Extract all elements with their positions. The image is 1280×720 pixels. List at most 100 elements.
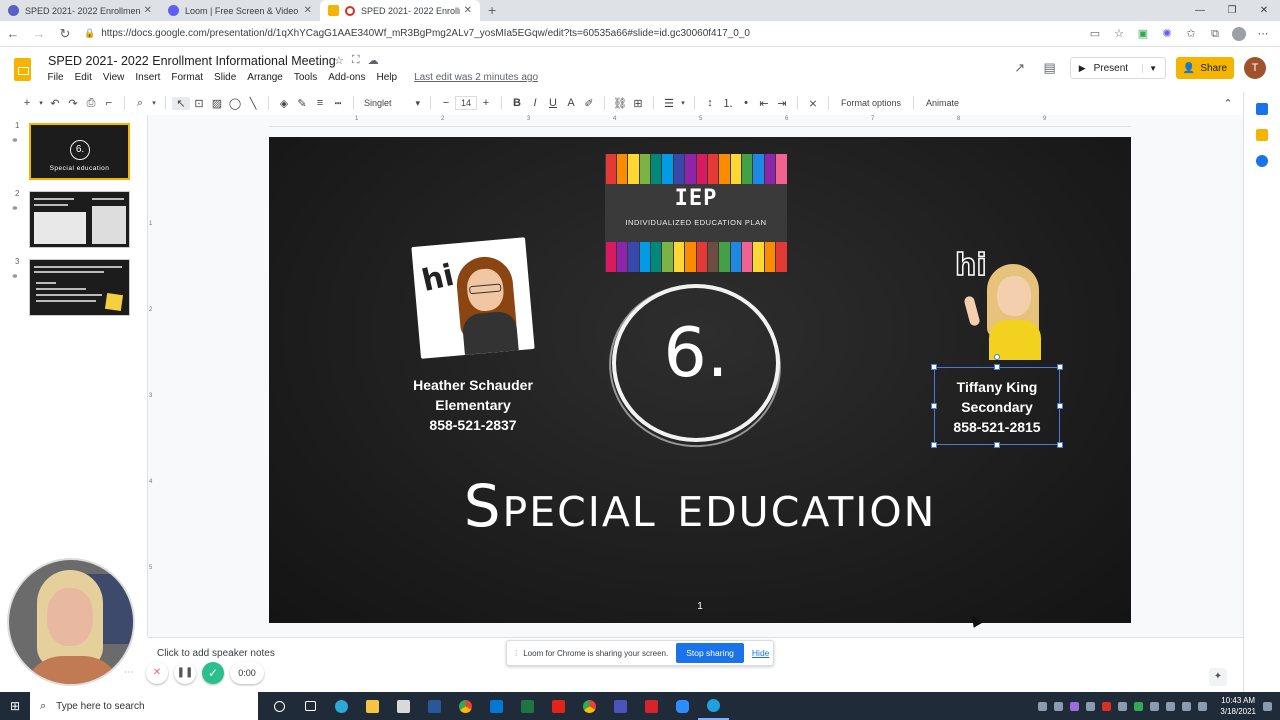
resize-handle[interactable] bbox=[931, 403, 937, 409]
underline-icon[interactable]: U bbox=[544, 97, 562, 109]
menu-format[interactable]: Format bbox=[166, 72, 209, 83]
menu-help[interactable]: Help bbox=[371, 72, 403, 83]
align-dropdown-icon[interactable]: ▾ bbox=[678, 99, 688, 107]
photos-icon[interactable] bbox=[388, 692, 419, 720]
edge-active-icon[interactable] bbox=[698, 692, 729, 720]
decrease-indent-icon[interactable]: ⇤ bbox=[755, 97, 773, 110]
favorites-icon[interactable]: ✩ bbox=[1184, 27, 1198, 41]
slide-thumbnail-row-1[interactable]: 1 ⚭ 6. Special education bbox=[0, 117, 148, 180]
undo-icon[interactable]: ↶ bbox=[46, 97, 64, 110]
resize-handle[interactable] bbox=[1057, 442, 1063, 448]
menu-arrange[interactable]: Arrange bbox=[242, 72, 289, 83]
fill-color-icon[interactable]: ◈ bbox=[275, 97, 293, 110]
heather-bitmoji-image[interactable]: hi bbox=[411, 237, 535, 359]
new-slide-plus-icon[interactable]: + bbox=[18, 97, 36, 109]
acrobat-icon[interactable] bbox=[543, 692, 574, 720]
align-icon[interactable]: ☰ bbox=[660, 97, 678, 110]
slide-thumbnail[interactable] bbox=[29, 259, 130, 316]
clear-formatting-icon[interactable]: ⨯ bbox=[804, 97, 822, 110]
redo-icon[interactable]: ↷ bbox=[64, 97, 82, 110]
keep-icon[interactable] bbox=[1256, 129, 1268, 141]
acrobat-reader-icon[interactable] bbox=[636, 692, 667, 720]
close-tab-icon[interactable]: ✕ bbox=[144, 5, 152, 16]
more-menu-icon[interactable]: ⋯ bbox=[1256, 27, 1270, 41]
edge-icon[interactable] bbox=[326, 692, 357, 720]
tray-app-icon[interactable] bbox=[1070, 701, 1080, 711]
document-title[interactable]: SPED 2021- 2022 Enrollment Informational… bbox=[48, 54, 336, 68]
activity-trend-icon[interactable]: ↗ bbox=[1010, 58, 1030, 78]
shape-icon[interactable]: ◯ bbox=[226, 97, 244, 110]
select-cursor-icon[interactable]: ↖ bbox=[172, 96, 190, 110]
speaker-notes-placeholder[interactable]: Click to add speaker notes bbox=[157, 648, 275, 659]
reload-icon[interactable]: ↻ bbox=[52, 26, 78, 42]
file-explorer-icon[interactable] bbox=[357, 692, 388, 720]
border-weight-icon[interactable]: ≡ bbox=[311, 97, 329, 109]
cancel-recording-icon[interactable]: ✕ bbox=[146, 662, 168, 684]
text-box-icon[interactable]: ⊡ bbox=[190, 97, 208, 110]
decrease-font-size-icon[interactable]: − bbox=[437, 97, 455, 109]
slide-thumbnail[interactable] bbox=[29, 191, 130, 248]
present-dropdown-icon[interactable]: ▼ bbox=[1142, 63, 1157, 73]
increase-font-size-icon[interactable]: + bbox=[477, 97, 495, 109]
increase-indent-icon[interactable]: ⇥ bbox=[773, 97, 791, 110]
resize-handle[interactable] bbox=[1057, 364, 1063, 370]
last-edit-link[interactable]: Last edit was 2 minutes ago bbox=[409, 72, 544, 83]
slide-thumbnail-row-3[interactable]: 3 ⚭ bbox=[0, 253, 148, 316]
menu-add-ons[interactable]: Add-ons bbox=[323, 72, 371, 83]
chrome-profile-icon[interactable] bbox=[574, 692, 605, 720]
move-folder-icon[interactable]: ⛶ bbox=[352, 54, 360, 67]
iep-banner-image[interactable]: IEP INDIVIDUALIZED EDUCATION PLAN bbox=[605, 154, 787, 272]
tray-app-icon[interactable] bbox=[1054, 701, 1064, 711]
back-arrow-icon[interactable]: ← bbox=[0, 26, 26, 41]
comment-icon[interactable]: ⊞ bbox=[629, 97, 647, 110]
address-bar[interactable]: 🔒 https://docs.google.com/presentation/d… bbox=[84, 24, 1082, 44]
new-tab-plus-icon[interactable]: + bbox=[480, 0, 504, 21]
network-icon[interactable] bbox=[1166, 701, 1176, 711]
slide-thumbnail-row-2[interactable]: 2 ⚭ bbox=[0, 185, 148, 248]
tray-app-icon[interactable] bbox=[1150, 701, 1160, 711]
close-tab-icon[interactable]: ✕ bbox=[464, 5, 472, 16]
zoom-icon[interactable]: ⌕ bbox=[131, 97, 149, 110]
teams-icon[interactable] bbox=[605, 692, 636, 720]
paint-format-icon[interactable]: ⌐ bbox=[100, 97, 118, 109]
outlook-icon[interactable] bbox=[481, 692, 512, 720]
present-button[interactable]: ▶ Present ▼ bbox=[1069, 57, 1166, 79]
resize-handle[interactable] bbox=[931, 364, 937, 370]
resize-handle[interactable] bbox=[931, 442, 937, 448]
menu-tools[interactable]: Tools bbox=[288, 72, 322, 83]
loom-webcam-bubble[interactable] bbox=[7, 558, 135, 686]
chrome-icon[interactable] bbox=[450, 692, 481, 720]
tray-app-icon[interactable] bbox=[1134, 701, 1144, 711]
left-contact-textbox[interactable]: Heather Schauder Elementary 858-521-2837 bbox=[394, 375, 552, 435]
slides-logo-icon[interactable] bbox=[14, 58, 31, 81]
line-icon[interactable]: ╲ bbox=[244, 97, 262, 110]
menu-edit[interactable]: Edit bbox=[69, 72, 97, 83]
browser-tab-3[interactable]: SPED 2021- 2022 Enrollm ✕ bbox=[320, 0, 480, 21]
menu-slide[interactable]: Slide bbox=[209, 72, 242, 83]
star-icon[interactable]: ☆ bbox=[1112, 27, 1126, 41]
explore-icon[interactable]: ✦ bbox=[1209, 668, 1227, 686]
slide-thumbnail[interactable]: 6. Special education bbox=[29, 123, 130, 180]
bold-icon[interactable]: B bbox=[508, 97, 526, 109]
collections-icon[interactable]: ⧉ bbox=[1208, 27, 1222, 41]
border-dash-icon[interactable]: ┅ bbox=[329, 97, 347, 110]
zoom-dropdown-icon[interactable]: ▾ bbox=[149, 99, 159, 107]
star-icon[interactable]: ☆ bbox=[334, 54, 344, 67]
task-view-icon[interactable] bbox=[295, 692, 326, 720]
volume-icon[interactable] bbox=[1182, 701, 1192, 711]
resize-handle[interactable] bbox=[994, 442, 1000, 448]
italic-icon[interactable]: I bbox=[526, 97, 544, 109]
loom-extension-icon[interactable]: ✺ bbox=[1160, 27, 1174, 41]
line-spacing-icon[interactable]: ↕ bbox=[701, 97, 719, 109]
text-color-icon[interactable]: A bbox=[562, 97, 580, 109]
minimize-icon[interactable]: — bbox=[1184, 0, 1216, 21]
zoom-icon[interactable] bbox=[667, 692, 698, 720]
browser-tab-1[interactable]: SPED 2021- 2022 Enrollment Info ✕ bbox=[0, 0, 160, 21]
border-color-icon[interactable]: ✎ bbox=[293, 97, 311, 110]
collapse-toolbar-icon[interactable]: ⌃ bbox=[1219, 97, 1237, 110]
camera-icon[interactable]: ▭ bbox=[1088, 27, 1102, 41]
browser-tab-2[interactable]: Loom | Free Screen & Video Rec ✕ bbox=[160, 0, 320, 21]
taskbar-clock[interactable]: 10:43 AM 3/18/2021 bbox=[1220, 695, 1256, 717]
calendar-icon[interactable] bbox=[1256, 103, 1268, 115]
image-icon[interactable]: ▨ bbox=[208, 97, 226, 110]
